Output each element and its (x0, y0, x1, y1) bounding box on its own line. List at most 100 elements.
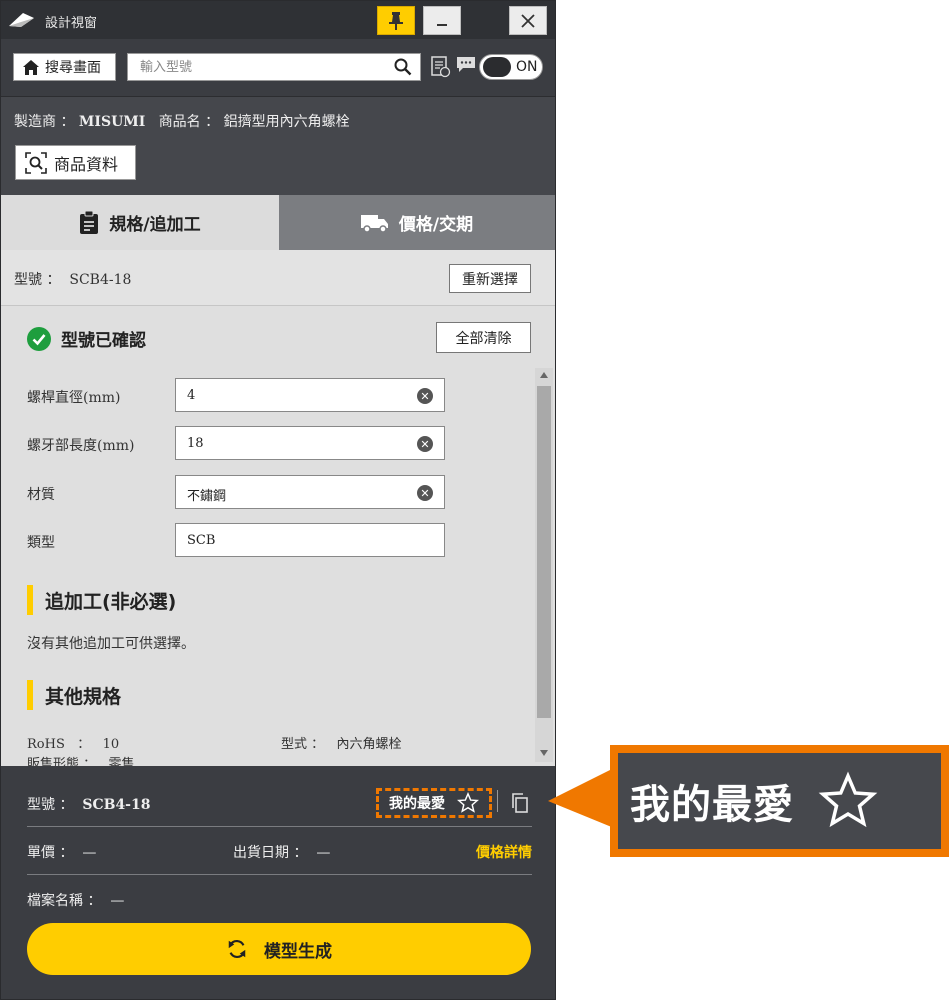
form-value: 內六角螺栓 (336, 737, 402, 752)
on-off-toggle[interactable]: ON (479, 54, 543, 80)
maker-label: 製造商 (14, 114, 56, 130)
price-detail-link[interactable]: 價格詳情 (476, 842, 532, 862)
summary-panel: 型號 ： SCB4-18 我的最愛 單價 ： — 出貨日期 ： — 價格詳情 檔… (1, 766, 555, 999)
refresh-icon (228, 939, 246, 959)
tab-price-label: 價格/交期 (398, 215, 474, 235)
filename-label: 檔案名稱 (27, 893, 83, 909)
divider (497, 790, 498, 812)
pin-button[interactable] (377, 6, 415, 35)
field-label-screw-diameter: 螺桿直徑(mm) (27, 390, 121, 406)
model-search-box (127, 53, 421, 81)
tab-spec-label: 規格/追加工 (109, 215, 201, 235)
clear-field-icon[interactable]: ✕ (417, 388, 433, 404)
product-name-value: 鋁擠型用內六角螺栓 (223, 114, 350, 130)
generate-model-label: 模型生成 (264, 941, 332, 962)
zoom-search-icon (25, 151, 47, 174)
clear-field-icon[interactable]: ✕ (417, 436, 433, 452)
extra-processing-title: 追加工(非必選) (45, 590, 177, 613)
minimize-icon (437, 23, 447, 26)
material-field[interactable]: 不鏽鋼 ✕ (175, 475, 445, 509)
model-number-label: 型號 (14, 272, 42, 288)
search-screen-label: 搜尋畫面 (45, 60, 101, 76)
ship-date-value: — (316, 845, 331, 861)
unit-price-value: — (82, 845, 97, 861)
price-row: 單價 ： — 出貨日期 ： — 價格詳情 (27, 842, 532, 862)
scroll-down-arrow-icon[interactable] (540, 750, 548, 756)
type-field[interactable]: SCB (175, 523, 445, 557)
sales-form-label: 販售形態 (27, 757, 80, 766)
extra-processing-note: 沒有其他追加工可供選擇。 (27, 636, 195, 652)
favorite-label: 我的最愛 (389, 796, 445, 812)
other-specs-title: 其他規格 (45, 685, 122, 708)
rohs-label: RoHS (27, 737, 65, 752)
window-title: 設計視窗 (45, 16, 98, 31)
extra-processing-heading: 追加工(非必選) (27, 585, 176, 615)
favorite-button[interactable]: 我的最愛 (376, 788, 492, 818)
scroll-up-arrow-icon[interactable] (540, 372, 548, 378)
scroll-thumb[interactable] (537, 386, 551, 718)
filename-value: — (110, 893, 125, 909)
model-confirmed-text: 型號已確認 (61, 331, 146, 351)
maker-line: 製造商 ： MISUMI 商品名 ： 鋁擠型用內六角螺栓 (14, 114, 350, 130)
rohs-value: 10 (102, 737, 120, 752)
callout-inner: 我的最愛 (618, 753, 941, 849)
title-bar[interactable]: 設計視窗 (1, 1, 555, 39)
clear-all-button[interactable]: 全部清除 (436, 322, 531, 353)
summary-model-label: 型號 (27, 797, 55, 813)
sales-form-value: 零售 (108, 757, 135, 766)
product-info-label: 商品資料 (54, 154, 119, 174)
generate-model-button[interactable]: 模型生成 (27, 923, 531, 975)
unit-price-label: 單價 (27, 845, 55, 861)
form-spec: 型式 ： 內六角螺栓 (281, 737, 402, 752)
search-screen-button[interactable]: 搜尋畫面 (13, 53, 116, 81)
reselect-button[interactable]: 重新選擇 (449, 264, 531, 293)
minimize-button[interactable] (423, 6, 461, 35)
ship-date-label: 出貨日期 (233, 845, 289, 861)
star-icon (457, 792, 479, 813)
close-icon (521, 13, 535, 28)
section-accent-bar (27, 680, 33, 710)
product-info-band: 製造商 ： MISUMI 商品名 ： 鋁擠型用內六角螺栓 商品資料 (1, 97, 555, 195)
model-number-value: SCB4-18 (69, 272, 132, 288)
type-value: SCB (187, 533, 216, 548)
field-label-type: 類型 (27, 535, 55, 551)
ship-date: 出貨日期 ： — (233, 845, 331, 861)
document-icon[interactable] (431, 56, 451, 78)
spec-content-panel: 型號 ： SCB4-18 重新選擇 型號已確認 全部清除 螺桿直徑(mm) 4 … (1, 250, 555, 766)
callout-pointer (548, 768, 614, 828)
maker-value: MISUMI (78, 114, 146, 130)
divider (27, 874, 532, 875)
screw-diameter-field[interactable]: 4 ✕ (175, 378, 445, 412)
field-label-material: 材質 (27, 487, 55, 503)
thread-length-value: 18 (187, 436, 204, 451)
clipboard-icon (80, 210, 99, 234)
filename-row: 檔案名稱 ： — (27, 893, 125, 909)
material-value: 不鏽鋼 (187, 489, 227, 504)
model-confirmed-status: 型號已確認 (27, 326, 146, 351)
product-info-button[interactable]: 商品資料 (15, 145, 136, 180)
copy-icon[interactable] (511, 793, 529, 813)
chat-icon[interactable] (456, 56, 476, 74)
content-scrollbar[interactable] (535, 368, 553, 762)
thread-length-field[interactable]: 18 ✕ (175, 426, 445, 460)
callout-favorite-text: 我的最愛 (630, 782, 794, 828)
field-label-thread-length: 螺牙部長度(mm) (27, 438, 135, 454)
truck-icon (360, 214, 388, 233)
tab-spec-processing[interactable]: 規格/追加工 (1, 195, 279, 250)
toolbar: 搜尋畫面 ON (1, 39, 555, 97)
pin-icon (389, 11, 403, 30)
close-button[interactable] (509, 6, 547, 35)
clear-field-icon[interactable]: ✕ (417, 485, 433, 501)
toggle-label: ON (516, 59, 538, 75)
search-icon[interactable] (394, 58, 412, 76)
product-name-label: 商品名 (158, 114, 201, 130)
design-window: 設計視窗 搜尋畫面 輸入型號 ON 製造商 ： MISUMI 商品名 ： 鋁擠型… (0, 0, 556, 1000)
section-accent-bar (27, 585, 33, 615)
app-logo-icon (9, 13, 34, 27)
model-number-row: 型號 ： SCB4-18 重新選擇 (1, 250, 555, 306)
other-specs-heading: 其他規格 (27, 680, 121, 710)
model-search-input[interactable] (128, 54, 386, 80)
tab-price-delivery[interactable]: 價格/交期 (279, 195, 555, 250)
rohs-spec: RoHS ： 10 (27, 737, 120, 752)
toggle-knob (483, 57, 511, 77)
